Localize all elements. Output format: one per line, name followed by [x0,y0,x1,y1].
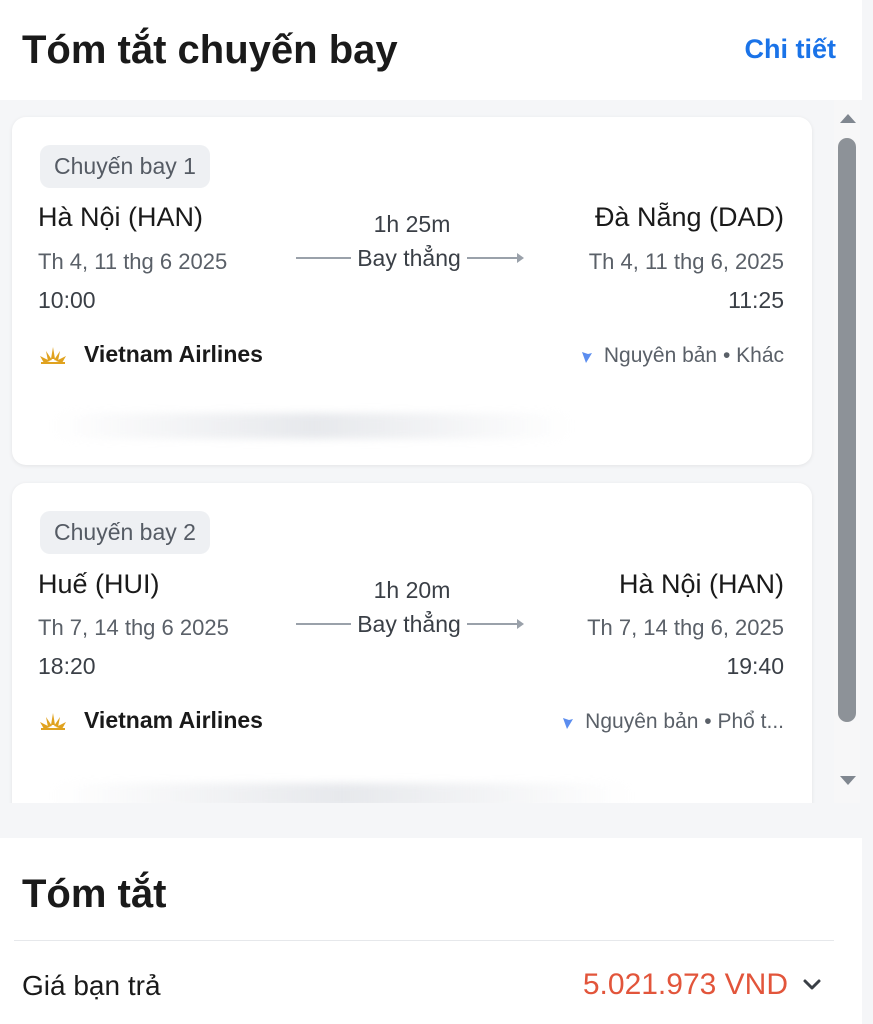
chevron-down-icon[interactable] [800,974,824,994]
fare-label: Nguyên bản • Khác [603,344,784,367]
vietnam-airlines-lotus-icon [38,710,68,732]
blurred-content [52,783,632,803]
origin-time: 18:20 [38,653,96,679]
fare-tag-icon [561,714,575,730]
fare-label: Nguyên bản • Phổ t... [585,710,784,733]
route-line-left [296,623,352,625]
vietnam-airlines-lotus-icon [38,344,68,366]
divider [14,940,834,941]
destination-date: Th 4, 11 thg 6, 2025 [588,249,784,274]
flight-summary-panel: Tóm tắt chuyến bay Chi tiết Chuyến bay 1… [0,0,862,803]
flight-badge: Chuyến bay 1 [40,145,210,188]
price-summary-panel: Tóm tắt Giá bạn trả 5.021.973 VND [0,838,862,1024]
flight-card-1: Chuyến bay 1 Hà Nội (HAN) Th 4, 11 thg 6… [12,117,812,465]
fare-info: Nguyên bản • Khác [580,344,784,368]
vertical-scrollbar[interactable] [834,100,860,803]
airline-name: Vietnam Airlines [84,707,263,733]
flight-summary-header: Tóm tắt chuyến bay Chi tiết [0,0,862,100]
destination-city: Đà Nẵng (DAD) [594,202,784,232]
route-line-left [296,257,352,259]
destination-time: 19:40 [726,653,784,679]
scroll-thumb[interactable] [838,138,856,722]
stops-indicator: Bay thẳng [296,243,525,273]
origin-date: Th 4, 11 thg 6 2025 [38,249,228,274]
stops-label: Bay thẳng [357,610,461,637]
airline-info: Vietnam Airlines [38,707,263,734]
destination-city: Hà Nội (HAN) [618,569,784,599]
airline-name: Vietnam Airlines [84,341,263,367]
fare-tag-icon [580,348,594,364]
scroll-up-arrow-icon[interactable] [840,114,856,123]
flight-summary-title: Tóm tắt chuyến bay [22,28,398,72]
airline-info: Vietnam Airlines [38,341,263,368]
price-value: 5.021.973 VND [582,968,788,1001]
origin-date: Th 7, 14 thg 6 2025 [38,615,229,640]
destination-date: Th 7, 14 thg 6, 2025 [587,615,784,640]
fare-info: Nguyên bản • Phổ t... [561,710,784,734]
stops-label: Bay thẳng [357,244,461,271]
flight-card-2: Chuyến bay 2 Huế (HUI) Th 7, 14 thg 6 20… [12,483,812,803]
price-summary-title: Tóm tắt [22,872,167,916]
destination-time: 11:25 [728,287,784,313]
price-label: Giá bạn trả [22,970,161,1001]
flight-list-scroll-area[interactable]: Chuyến bay 1 Hà Nội (HAN) Th 4, 11 thg 6… [0,100,862,803]
route-arrow-icon [466,619,525,629]
stops-indicator: Bay thẳng [296,609,525,639]
route-arrow-icon [466,253,525,263]
scroll-down-arrow-icon[interactable] [840,776,856,785]
origin-time: 10:00 [38,287,96,313]
flight-badge: Chuyến bay 2 [40,511,210,554]
blurred-content [52,413,572,439]
details-link[interactable]: Chi tiết [745,34,837,65]
